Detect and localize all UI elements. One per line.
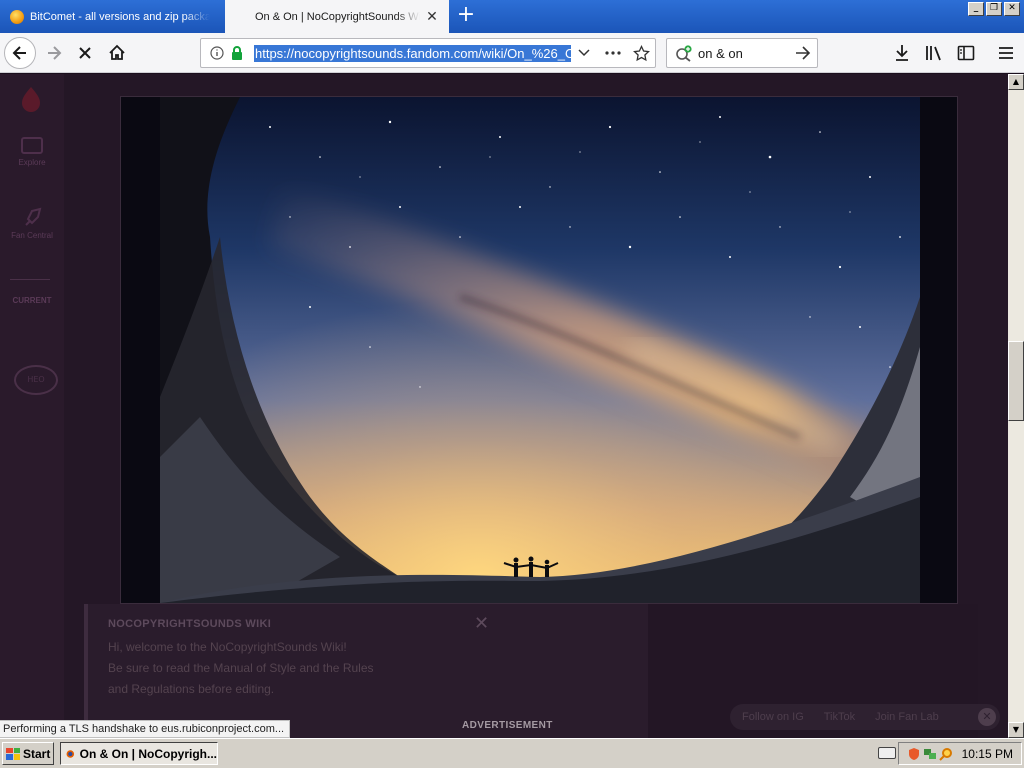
arrow-right-icon (48, 46, 62, 60)
scroll-up-arrow-icon[interactable]: ▲ (1008, 74, 1024, 90)
tab-bitcomet[interactable]: BitComet - all versions and zip packag (0, 0, 224, 33)
download-icon (896, 45, 908, 61)
stop-icon (79, 47, 91, 59)
library-button[interactable] (918, 37, 950, 69)
info-icon[interactable] (210, 46, 224, 60)
tab-title: BitComet - all versions and zip packag (30, 10, 210, 23)
follow-instagram-link[interactable]: Follow on IG (742, 711, 804, 723)
fan-lab-link[interactable]: Join Fan Lab (875, 711, 939, 723)
chevron-down-icon[interactable] (578, 49, 590, 57)
taskbar: Start On & On | NoCopyrigh... 10:15 PM (0, 738, 1024, 768)
window-controls: _ ❐ ✕ (968, 2, 1020, 16)
social-follow-bar: Follow on IG TikTok Join Fan Lab ✕ (730, 704, 1000, 730)
tiktok-link[interactable]: TikTok (824, 711, 855, 723)
rail-section-label: CURRENT (12, 296, 52, 305)
downloads-button[interactable] (886, 37, 918, 69)
home-icon (109, 44, 125, 60)
tab-on-and-on[interactable]: On & On | NoCopyrightSounds Wi ✕ (225, 0, 449, 33)
home-button[interactable] (101, 37, 133, 69)
navigation-toolbar: https://nocopyrightsounds.fandom.com/wik… (0, 33, 1024, 73)
more-actions-icon[interactable] (605, 51, 621, 55)
taskbar-window-label: On & On | NoCopyrigh... (79, 746, 217, 761)
hamburger-menu-icon (999, 47, 1013, 59)
magnifier-tray-icon[interactable] (939, 747, 953, 761)
go-arrow-icon[interactable] (795, 46, 811, 60)
rail-fan-central[interactable]: Fan Central (8, 207, 56, 240)
sidebar-button[interactable] (950, 37, 982, 69)
clock: 10:15 PM (961, 747, 1013, 761)
network-icon[interactable] (923, 747, 937, 761)
menu-button[interactable] (990, 37, 1022, 69)
system-tray: 10:15 PM (898, 742, 1022, 765)
rail-fan-central-label: Fan Central (11, 231, 53, 240)
arrow-left-icon (12, 46, 26, 60)
new-tab-button[interactable]: + (455, 4, 477, 27)
left-rail: Explore Fan Central CURRENT HEO (0, 74, 64, 738)
scroll-thumb[interactable] (1008, 341, 1024, 421)
forward-button[interactable] (38, 37, 70, 69)
taskbar-firefox-window[interactable]: On & On | NoCopyrigh... (60, 742, 218, 765)
sidebar-icon (957, 45, 975, 61)
explore-icon (21, 137, 43, 154)
status-bar-text: Performing a TLS handshake to eus.rubico… (0, 720, 290, 738)
image-lightbox[interactable] (120, 96, 958, 604)
rail-explore-label: Explore (18, 158, 46, 167)
welcome-line-1: Hi, welcome to the NoCopyrightSounds Wik… (108, 640, 347, 654)
web-page: Explore Fan Central CURRENT HEO NOCOPYRI… (0, 74, 1008, 738)
welcome-banner: NOCOPYRIGHTSOUNDS WIKI Hi, welcome to th… (84, 604, 648, 738)
tab-strip: BitComet - all versions and zip packag O… (0, 0, 1024, 33)
bitcomet-favicon-icon (10, 9, 24, 24)
night-sky-image (160, 97, 920, 603)
advertisement-label: ADVERTISEMENT (462, 720, 553, 731)
search-engine-icon[interactable] (675, 45, 693, 62)
scroll-down-arrow-icon[interactable]: ▼ (1008, 722, 1024, 738)
search-bar[interactable]: on & on (666, 38, 818, 68)
start-button[interactable]: Start (2, 742, 54, 765)
keyboard-icon[interactable] (878, 747, 896, 759)
tab-title: On & On | NoCopyrightSounds Wi (255, 10, 420, 23)
start-label: Start (23, 746, 51, 761)
address-bar[interactable]: https://nocopyrightsounds.fandom.com/wik… (200, 38, 656, 68)
close-window-button[interactable]: ✕ (1004, 2, 1020, 16)
windows-logo-icon (6, 747, 20, 760)
vertical-scrollbar[interactable]: ▲ ▼ (1008, 74, 1024, 738)
url-field[interactable]: https://nocopyrightsounds.fandom.com/wik… (254, 45, 571, 62)
bookmark-star-icon[interactable] (633, 45, 650, 62)
milky-way-photo[interactable] (160, 97, 920, 603)
rail-explore[interactable]: Explore (8, 136, 56, 167)
rail-divider (10, 279, 50, 280)
close-tab-icon[interactable]: ✕ (425, 9, 439, 23)
close-icon[interactable]: ✕ (978, 708, 996, 726)
rocket-icon (25, 207, 42, 226)
firefox-icon (66, 749, 75, 758)
welcome-line-3: and Regulations before editing. (108, 682, 275, 696)
welcome-close-icon[interactable]: ✕ (474, 613, 489, 634)
fandom-logo-icon (22, 87, 40, 112)
restore-button[interactable]: ❐ (986, 2, 1002, 16)
welcome-line-2: Be sure to read the Manual of Style and … (108, 661, 374, 675)
shield-icon[interactable] (907, 747, 921, 761)
library-icon (926, 46, 941, 61)
welcome-title: NOCOPYRIGHTSOUNDS WIKI (108, 618, 272, 630)
minimize-button[interactable]: _ (968, 2, 984, 16)
back-button[interactable] (4, 37, 36, 69)
lock-icon[interactable] (230, 45, 244, 61)
rail-community-badge[interactable]: HEO (14, 365, 58, 395)
stop-loading-button[interactable] (69, 37, 101, 69)
search-input[interactable]: on & on (698, 46, 743, 61)
